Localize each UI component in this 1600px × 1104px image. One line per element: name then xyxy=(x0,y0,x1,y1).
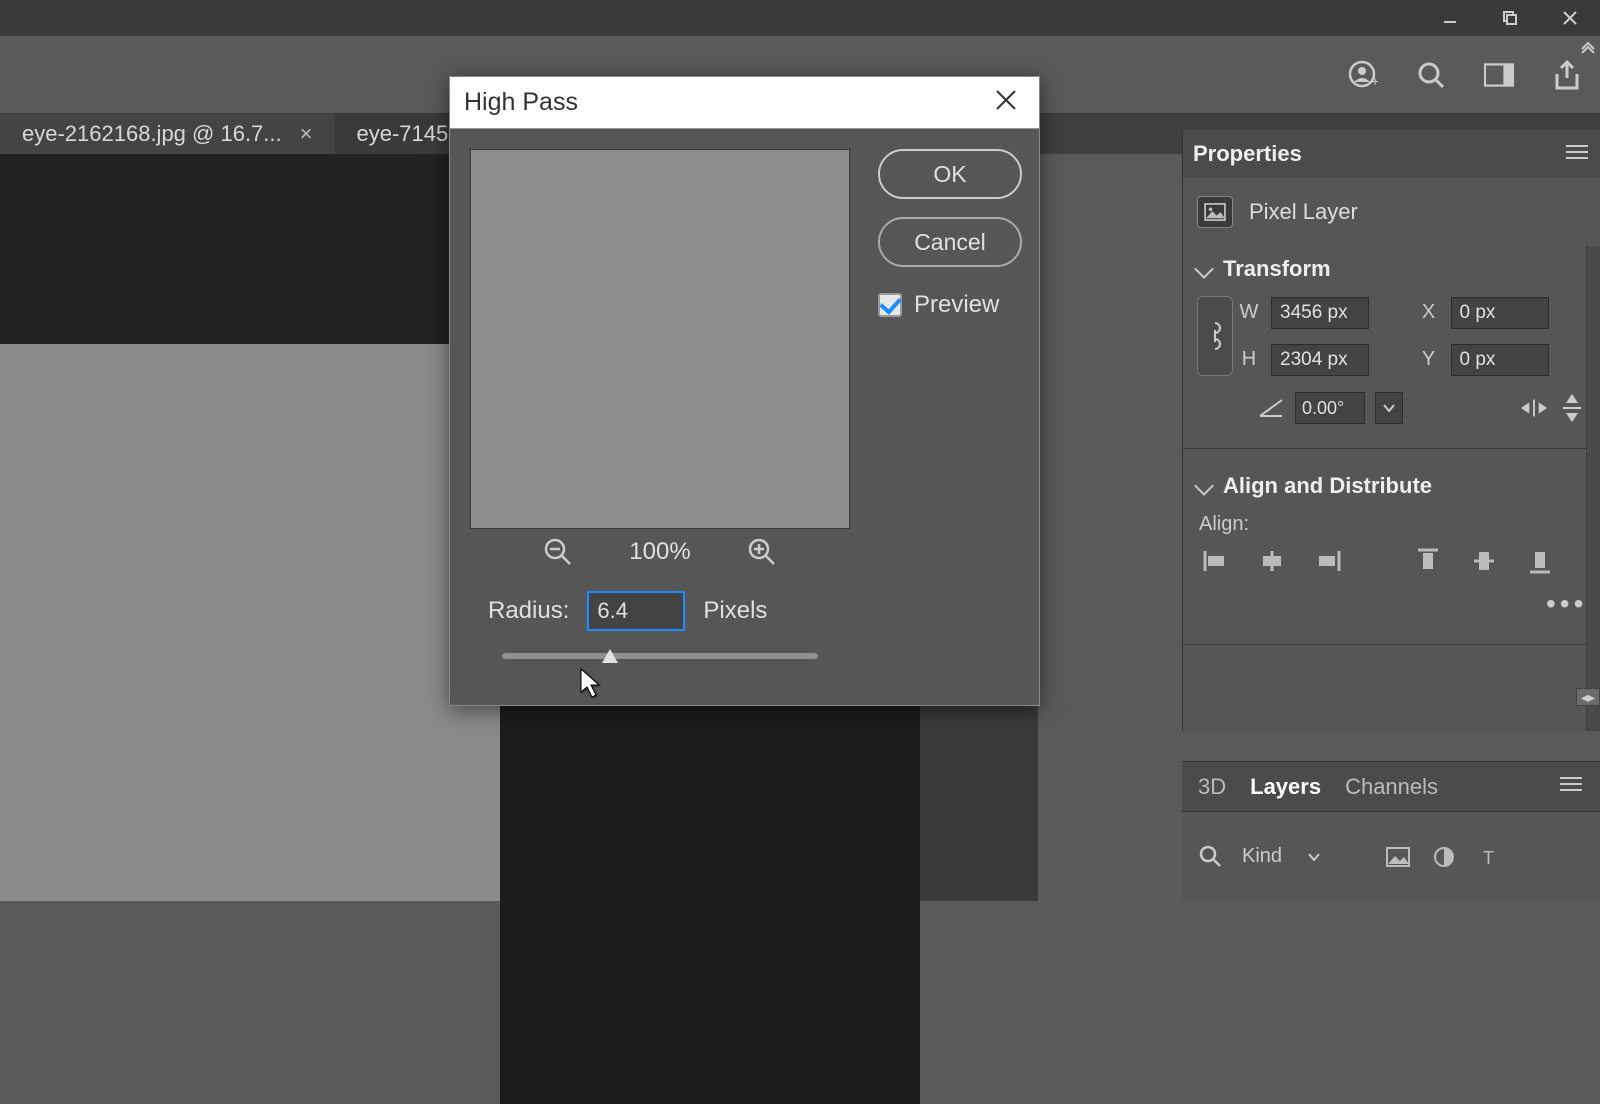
ok-button-label: OK xyxy=(933,161,966,188)
collapse-badge-icon[interactable]: ◂▸ xyxy=(1576,688,1600,706)
window-titlebar xyxy=(0,0,1600,36)
panel-menu-icon[interactable] xyxy=(1560,776,1584,797)
kind-filter-label[interactable]: Kind xyxy=(1242,845,1282,868)
filter-preview[interactable] xyxy=(470,149,850,529)
cloud-user-icon[interactable]: + xyxy=(1348,60,1378,90)
workspace-icon[interactable] xyxy=(1484,60,1514,90)
align-title: Align and Distribute xyxy=(1223,473,1432,499)
search-icon[interactable] xyxy=(1416,60,1446,90)
radius-unit: Pixels xyxy=(703,597,767,625)
close-tab-icon[interactable]: × xyxy=(300,121,313,147)
chevron-down-icon xyxy=(1194,476,1214,496)
x-input[interactable] xyxy=(1451,297,1549,329)
preview-checkbox-label: Preview xyxy=(914,291,999,319)
document-tab-label: eye-2162168.jpg @ 16.7... xyxy=(22,121,282,147)
filter-pixel-icon[interactable] xyxy=(1384,843,1412,871)
filter-search-icon[interactable] xyxy=(1198,844,1224,870)
align-top-icon[interactable] xyxy=(1413,548,1443,574)
rotation-input[interactable] xyxy=(1295,392,1365,424)
width-input[interactable] xyxy=(1271,297,1369,329)
properties-header: Properties xyxy=(1183,130,1600,178)
flip-horizontal-icon[interactable] xyxy=(1520,394,1548,422)
more-options-icon[interactable]: ••• xyxy=(1546,588,1586,620)
tab-3d[interactable]: 3D xyxy=(1198,774,1226,800)
minimize-button[interactable] xyxy=(1420,0,1480,36)
rotate-icon xyxy=(1257,394,1285,422)
slider-thumb[interactable] xyxy=(602,649,618,663)
expand-panels-icon[interactable] xyxy=(1580,40,1596,58)
align-right-icon[interactable] xyxy=(1313,548,1343,574)
filter-type-icon[interactable]: T xyxy=(1476,843,1504,871)
height-label: H xyxy=(1237,348,1261,371)
align-label: Align: xyxy=(1199,513,1584,536)
layers-filter-bar: Kind T xyxy=(1182,811,1600,901)
zoom-out-icon[interactable] xyxy=(543,537,573,567)
dialog-close-button[interactable] xyxy=(987,83,1025,122)
preview-checkbox[interactable] xyxy=(878,293,902,317)
dialog-title: High Pass xyxy=(464,88,578,117)
y-input[interactable] xyxy=(1451,344,1549,376)
share-icon[interactable] xyxy=(1552,60,1582,90)
maximize-button[interactable] xyxy=(1480,0,1540,36)
zoom-level[interactable]: 100% xyxy=(629,538,690,566)
layers-panel-tabs: 3D Layers Channels xyxy=(1182,761,1600,811)
radius-input[interactable] xyxy=(587,591,685,631)
svg-text:T: T xyxy=(1483,848,1494,867)
layer-type-label: Pixel Layer xyxy=(1249,199,1358,225)
document-tab[interactable]: eye-2162168.jpg @ 16.7... × xyxy=(0,114,335,154)
transform-title: Transform xyxy=(1223,256,1331,282)
mouse-cursor-icon xyxy=(580,668,602,698)
rotation-dropdown[interactable] xyxy=(1375,392,1403,424)
chevron-down-icon xyxy=(1194,259,1214,279)
ok-button[interactable]: OK xyxy=(878,149,1022,199)
y-label: Y xyxy=(1417,348,1441,371)
align-vcenter-icon[interactable] xyxy=(1469,548,1499,574)
zoom-in-icon[interactable] xyxy=(747,537,777,567)
cancel-button[interactable]: Cancel xyxy=(878,217,1022,267)
radius-slider[interactable] xyxy=(502,653,818,659)
svg-text:+: + xyxy=(1371,73,1378,89)
panel-scrollbar[interactable] xyxy=(1586,246,1600,731)
height-input[interactable] xyxy=(1271,344,1369,376)
align-hcenter-icon[interactable] xyxy=(1257,548,1287,574)
x-label: X xyxy=(1417,301,1441,324)
tab-channels[interactable]: Channels xyxy=(1345,774,1438,800)
filter-adjustment-icon[interactable] xyxy=(1430,843,1458,871)
dialog-titlebar: High Pass xyxy=(450,77,1039,129)
align-bottom-icon[interactable] xyxy=(1525,548,1555,574)
kind-dropdown-icon[interactable] xyxy=(1300,843,1328,871)
properties-panel: Properties Pixel Layer Transform W X H Y xyxy=(1182,130,1600,731)
canvas-region xyxy=(0,154,450,344)
high-pass-dialog: High Pass 100% Radius: Pixels xyxy=(449,76,1040,706)
close-button[interactable] xyxy=(1540,0,1600,36)
panel-menu-icon[interactable] xyxy=(1566,144,1590,165)
width-label: W xyxy=(1237,301,1261,324)
transform-section-header[interactable]: Transform xyxy=(1197,256,1586,282)
cancel-button-label: Cancel xyxy=(914,229,986,256)
properties-title: Properties xyxy=(1193,141,1302,167)
canvas-region xyxy=(500,704,920,1104)
align-left-icon[interactable] xyxy=(1201,548,1231,574)
tab-layers[interactable]: Layers xyxy=(1250,774,1321,800)
link-dimensions-button[interactable] xyxy=(1197,296,1233,376)
flip-vertical-icon[interactable] xyxy=(1558,394,1586,422)
layer-type-icon xyxy=(1197,196,1233,228)
radius-label: Radius: xyxy=(488,597,569,625)
align-section-header[interactable]: Align and Distribute xyxy=(1197,473,1586,499)
